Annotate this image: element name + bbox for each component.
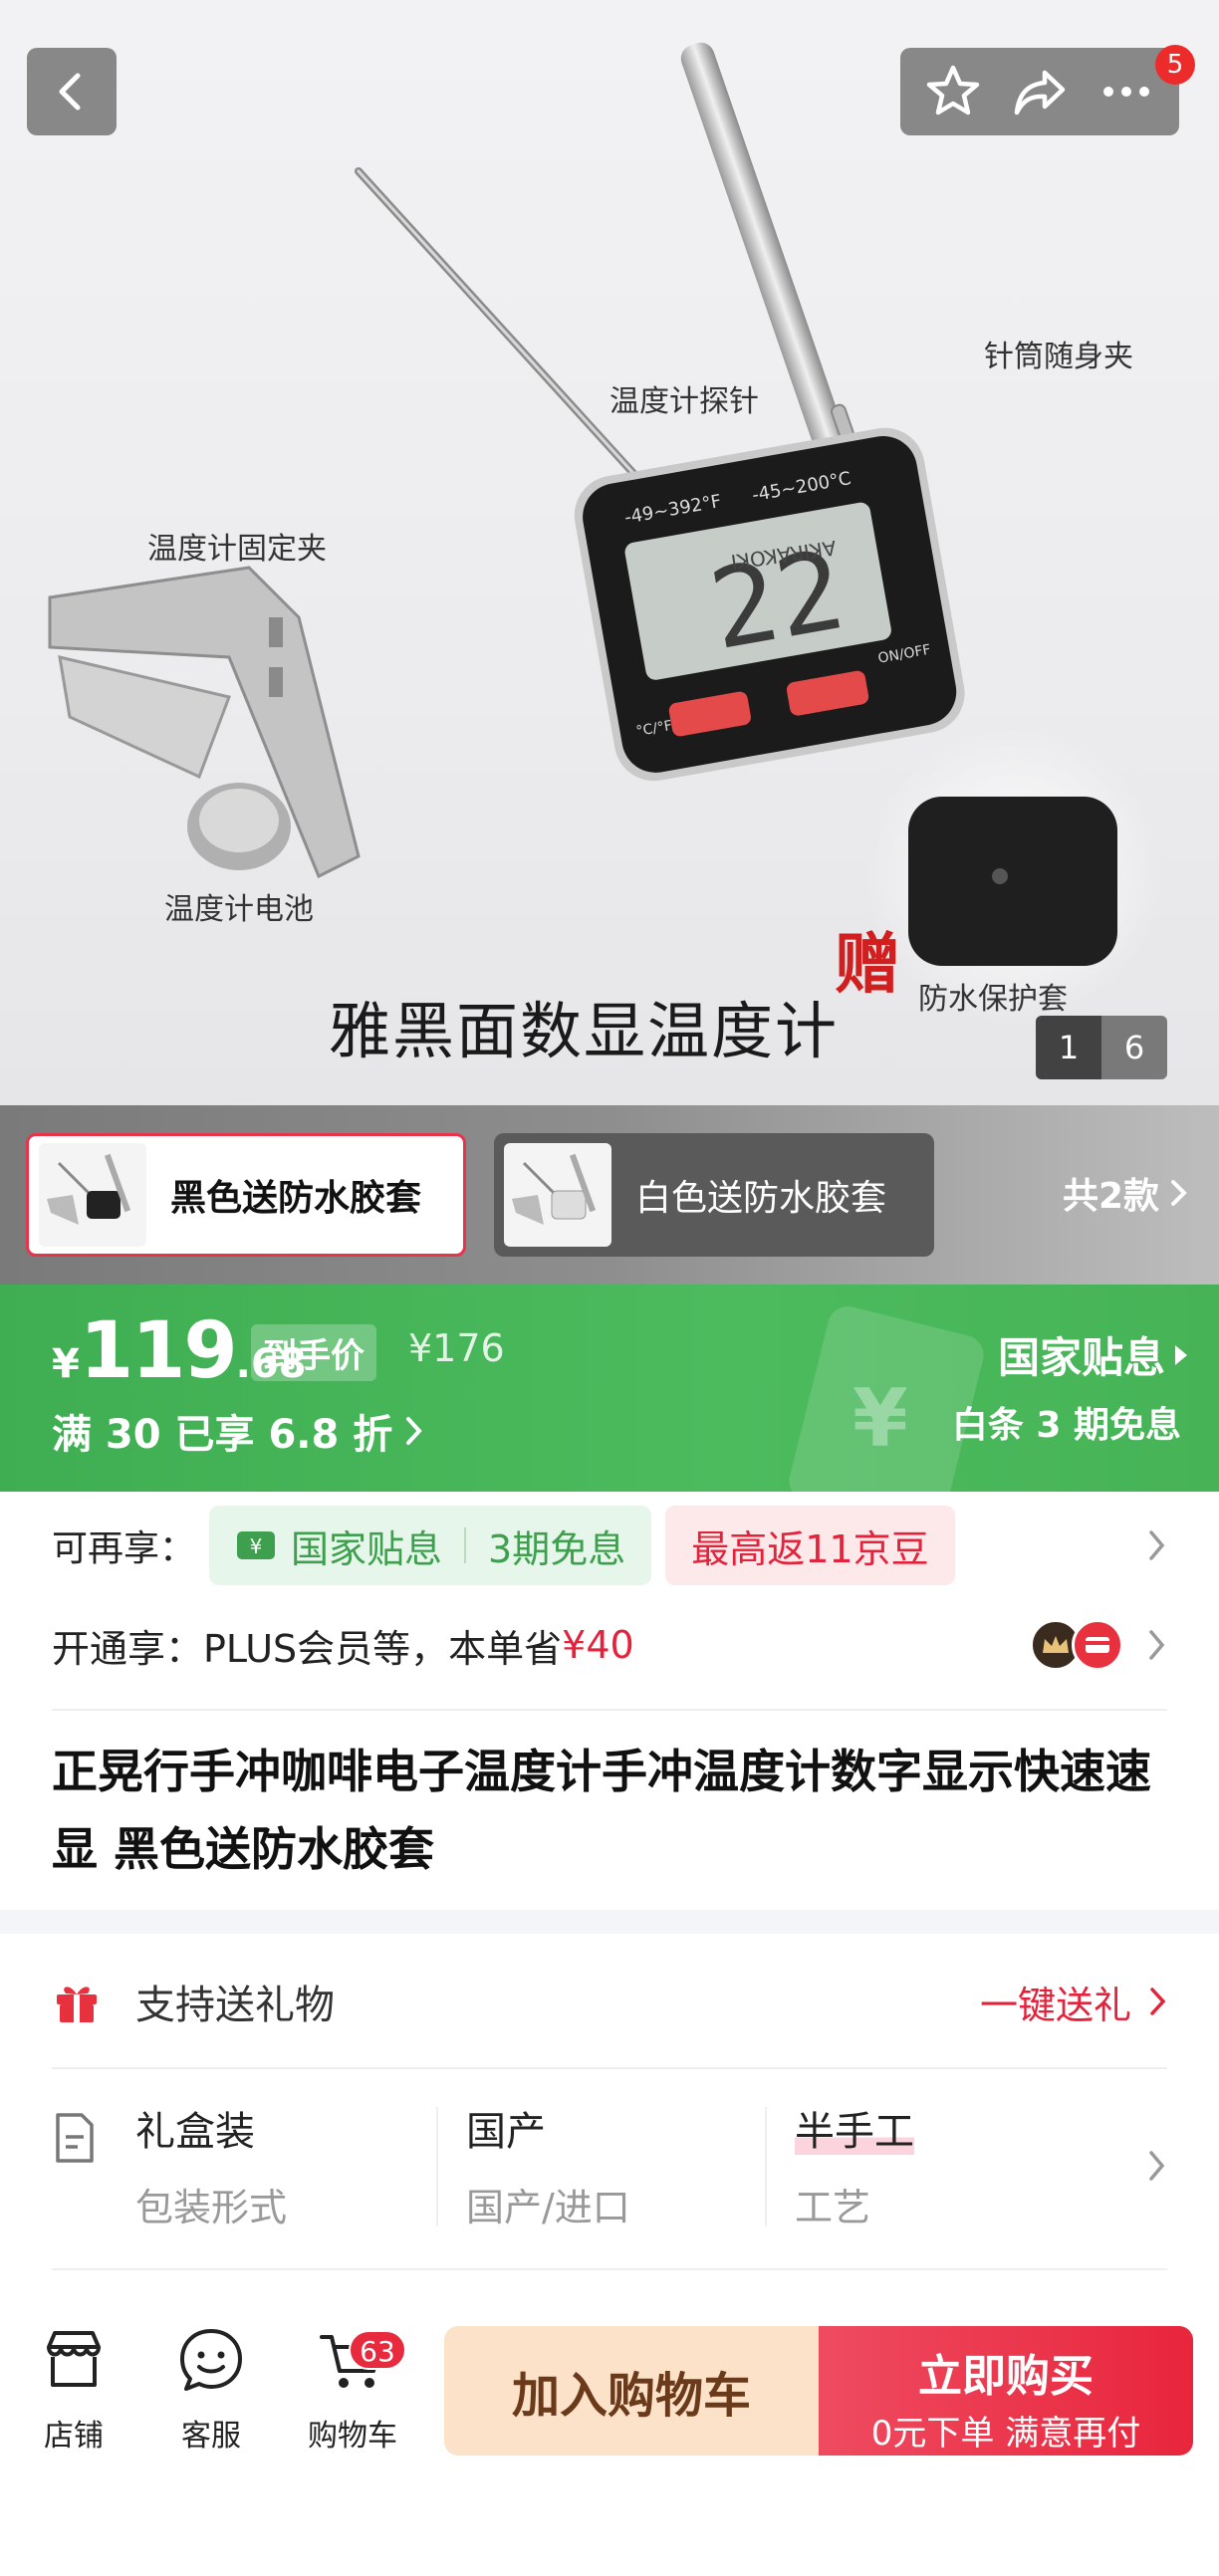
subsidy-title: 国家贴息	[997, 1333, 1165, 1382]
chevron-right-icon	[406, 1417, 422, 1445]
chevron-right-icon	[1149, 1530, 1165, 1560]
perks-row[interactable]: 可再享： ¥ 国家贴息 3期免息 最高返11京豆	[52, 1504, 1167, 1587]
tab-service[interactable]: 客服	[151, 2325, 271, 2455]
star-icon	[927, 65, 980, 116]
divider	[52, 1709, 1167, 1711]
spec-divider	[765, 2107, 767, 2226]
plus-amount: ¥40	[562, 1623, 634, 1667]
spec-value: 半手工	[795, 2109, 914, 2155]
subsidy-subtitle: 白条 3 期免息	[951, 1405, 1181, 1446]
spec-key: 国产/进口	[466, 2186, 630, 2229]
variant-count-label: 共2款	[1062, 1176, 1159, 1217]
gift-row[interactable]: 支持送礼物 一键送礼	[52, 1957, 1167, 2046]
more-icon	[1102, 87, 1149, 97]
spec-key: 包装形式	[135, 2186, 288, 2229]
price-currency: ¥	[52, 1341, 80, 1387]
favorite-button[interactable]	[918, 57, 988, 126]
share-icon	[1014, 70, 1066, 116]
chat-smile-icon	[180, 2329, 242, 2391]
coupon-icon: ¥	[237, 1531, 276, 1559]
variant-thumbnail	[39, 1143, 146, 1247]
variant-white[interactable]: 白色送防水胶套	[494, 1133, 934, 1257]
label-clip: 温度计固定夹	[147, 532, 327, 567]
spec-packaging: 礼盒装 包装形式	[135, 2099, 287, 2231]
product-title: 正晃行手冲咖啡电子温度计手冲温度计数字显示快速速显 黑色送防水胶套	[52, 1745, 1151, 1876]
subsidy-link[interactable]: 国家贴息	[998, 1324, 1189, 1385]
discount-text: 满 30 已享 6.8 折	[52, 1412, 393, 1458]
page-total: 6	[1123, 1029, 1145, 1066]
spec-key: 工艺	[795, 2186, 871, 2229]
divider	[52, 2067, 1167, 2069]
message-badge: 5	[1155, 45, 1195, 85]
caret-right-icon	[1175, 1344, 1187, 1365]
cart-count-badge: 63	[349, 2330, 406, 2370]
label-probe: 温度计探针	[610, 384, 759, 419]
send-gift-button[interactable]: 一键送礼	[980, 1975, 1167, 2029]
price-integer: 119	[79, 1306, 238, 1396]
spec-row[interactable]: 礼盒装 包装形式 国产 国产/进口 半手工 工艺	[52, 2099, 1167, 2238]
label-battery: 温度计电池	[164, 892, 314, 927]
chevron-right-icon	[1149, 1630, 1165, 1660]
label-sleeve: 针筒随身夹	[984, 340, 1133, 374]
spec-origin: 国产 国产/进口	[466, 2099, 630, 2231]
hero-caption: 雅黑面数显温度计	[329, 995, 840, 1067]
tab-label: 客服	[181, 2419, 241, 2454]
variant-thumbnail	[504, 1143, 611, 1247]
back-button[interactable]	[27, 48, 117, 135]
section-divider	[0, 1910, 1219, 1934]
variant-selector: 黑色送防水胶套 白色送防水胶套	[0, 1105, 1219, 1285]
chevron-right-icon	[1149, 2151, 1165, 2181]
plus-text: 开通享：PLUS会员等，本单省	[52, 1626, 563, 1671]
variant-black[interactable]: 黑色送防水胶套	[26, 1133, 466, 1257]
price-tag: 到手价	[251, 1324, 376, 1381]
jd-bean-chip: 最高返11京豆	[665, 1506, 955, 1585]
gift-icon	[57, 1987, 97, 2022]
tab-store[interactable]: 店铺	[14, 2325, 133, 2455]
variant-label: 黑色送防水胶套	[170, 1178, 422, 1219]
add-to-cart-button[interactable]: 加入购物车	[444, 2326, 819, 2456]
spec-value: 国产	[466, 2109, 546, 2155]
share-button[interactable]	[1005, 57, 1075, 126]
subsidy-chip-a: 国家贴息	[291, 1526, 443, 1571]
chevron-right-icon	[1171, 1180, 1187, 1206]
plus-row[interactable]: 开通享：PLUS会员等，本单省 ¥40	[52, 1603, 1167, 1687]
plus-icons	[1030, 1619, 1123, 1671]
variant-count-link[interactable]: 共2款	[1063, 1167, 1189, 1219]
chevron-right-icon	[1150, 1988, 1166, 2015]
gift-label: 支持送礼物	[135, 1983, 335, 2028]
buy-now-sublabel: 0元下单 满意再付	[870, 2414, 1141, 2454]
gift-label: 赠	[835, 926, 900, 1003]
image-page-indicator: 1 6	[1036, 1016, 1167, 1079]
divider	[52, 2268, 1167, 2270]
more-button[interactable]	[1092, 57, 1161, 126]
product-page: -49~392°F -45~200°C 22 °C/°F ON/OFF AKIR…	[0, 0, 1219, 2576]
label-cover: 防水保护套	[918, 982, 1068, 1017]
price-banner: ¥ ¥ 119 .68 到手价 ¥176 满 30 已享 6.8 折 国家贴息 …	[0, 1285, 1219, 1492]
yen-icon: ¥	[853, 1372, 908, 1465]
perks-label: 可再享：	[52, 1528, 196, 1569]
chevron-left-icon	[59, 73, 81, 111]
product-image-carousel[interactable]: -49~392°F -45~200°C 22 °C/°F ON/OFF AKIR…	[0, 0, 1219, 1105]
svg-text:¥: ¥	[250, 1534, 263, 1558]
page-current: 1	[1036, 1016, 1101, 1079]
subsidy-chip: ¥ 国家贴息 3期免息	[209, 1506, 652, 1585]
tab-label: 购物车	[308, 2419, 397, 2454]
buy-now-button[interactable]: 立即购买 0元下单 满意再付	[819, 2326, 1193, 2456]
tab-label: 店铺	[44, 2419, 104, 2454]
spec-craft: 半手工 工艺	[795, 2099, 914, 2231]
spec-value: 礼盒装	[135, 2109, 255, 2155]
card-icon	[1072, 1619, 1123, 1671]
original-price: ¥176	[408, 1326, 505, 1370]
discount-link[interactable]: 满 30 已享 6.8 折	[52, 1402, 424, 1460]
top-actions	[900, 48, 1179, 135]
send-gift-label: 一键送礼	[979, 1983, 1131, 2027]
variant-label: 白色送防水胶套	[635, 1178, 887, 1219]
buy-now-label: 立即购买	[918, 2351, 1094, 2402]
document-icon	[56, 2113, 94, 2163]
spec-divider	[436, 2107, 438, 2226]
store-icon	[47, 2331, 101, 2387]
subsidy-chip-b: 3期免息	[488, 1526, 626, 1571]
